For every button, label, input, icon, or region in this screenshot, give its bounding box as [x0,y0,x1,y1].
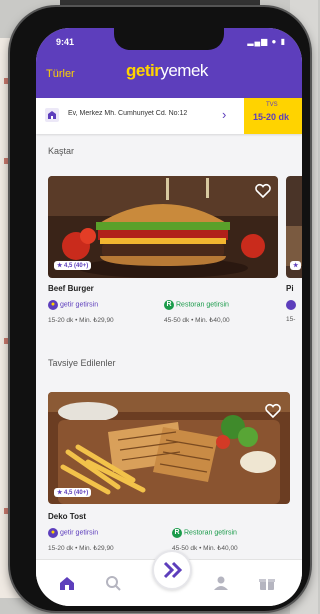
restaurant-name: Deko Tost [48,512,87,521]
delivery-meta: 15- [286,316,296,323]
chevron-right-icon[interactable]: › [222,107,226,122]
restaurant-meta: 45-50 dk • Min. ₺40,00 [164,317,230,324]
address-text: Ev, Merkez Mh. Cumhuriyet Cd. No:12 [68,110,188,117]
cuisines-link[interactable]: Türler [46,68,75,80]
restaurant-delivery-chip: R Restoran getirsin [172,528,237,538]
gift-icon[interactable] [258,574,276,592]
restaurant-name: Pi [286,284,294,293]
search-icon[interactable] [104,574,122,592]
rating-badge: ★ 4,5 (40+) [54,488,92,497]
home-icon[interactable] [58,574,76,592]
bottom-tab-bar [36,550,302,606]
getir-delivery-icon: ● [48,528,58,538]
restaurant-card[interactable]: ★ 4,5 (40+) Deko Tost ● getir getirsin RR… [48,392,290,562]
rating-badge: ★ [290,261,302,270]
section-title-cuisines: Kaştar [48,146,75,156]
getir-delivery-chip: ● getir getirsin [48,528,98,538]
rating-badge: ★ 4,5 (40+) [54,261,92,270]
restaurant-card[interactable]: ★ Pi 15- [286,176,302,326]
phone-notch [114,28,224,50]
delivery-meta: 15-20 dk • Min. ₺29,90 [48,317,114,324]
profile-icon[interactable] [212,574,230,592]
getir-delivery-chip [286,300,298,310]
phone-frame: 9:41 ▂▄▆ ● ▮ Türler getiryemek Ev, Merke… [10,7,310,611]
delivery-eta: TVS 15-20 dk [244,98,302,134]
favorite-heart-icon[interactable] [254,182,272,200]
restaurant-delivery-icon: R [164,300,174,310]
getir-delivery-icon [286,300,296,310]
restaurant-delivery-chip: R Restoran getirsin [164,300,229,310]
restaurant-name: Beef Burger [48,284,94,293]
status-time: 9:41 [56,37,75,47]
getir-delivery-icon: ● [48,300,58,310]
app-screen: 9:41 ▂▄▆ ● ▮ Türler getiryemek Ev, Merke… [36,28,302,606]
getir-logo-button[interactable] [152,550,192,590]
restaurant-card[interactable]: ★ 4,5 (40+) Beef Burger ● getir getirsin … [48,176,278,326]
favorite-heart-icon[interactable] [264,402,282,420]
section-title-recommended: Tavsiye Edilenler [48,358,116,368]
getir-yemek-logo: getiryemek [126,61,208,81]
eta-label: TVS [266,102,278,108]
status-icons: ▂▄▆ ● ▮ [247,37,286,46]
getir-logo-icon [163,561,183,579]
logo-yemek: yemek [160,61,208,80]
logo-getir: getir [126,61,161,80]
getir-delivery-chip: ● getir getirsin [48,300,98,310]
restaurant-delivery-icon: R [172,528,182,538]
home-icon [45,108,59,122]
address-bar[interactable]: Ev, Merkez Mh. Cumhuriyet Cd. No:12 › TV… [36,98,302,134]
restaurant-meta: 45-50 dk • Min. ₺40,00 [172,545,238,552]
eta-value: 15-20 dk [253,112,290,122]
delivery-meta: 15-20 dk • Min. ₺29,90 [48,545,114,552]
